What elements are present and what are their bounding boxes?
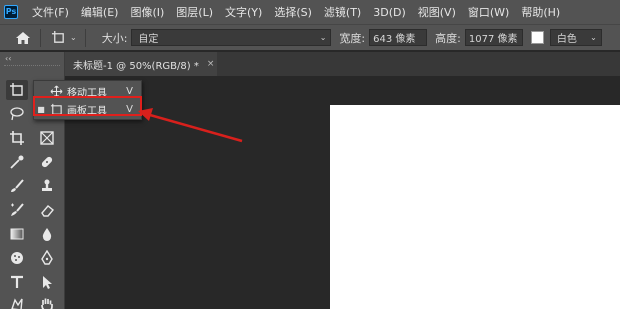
size-dropdown[interactable]: 自定 ⌄: [131, 29, 332, 46]
move-tool-shortcut: V: [126, 85, 133, 97]
blur-icon[interactable]: [36, 224, 58, 244]
chevron-down-icon: ⌄: [319, 33, 327, 42]
divider: [84, 28, 86, 47]
background-color-swatch[interactable]: [530, 31, 544, 44]
menu-type[interactable]: 文字(Y): [219, 4, 268, 20]
width-field[interactable]: 643 像素: [369, 29, 428, 46]
menu-image[interactable]: 图像(I): [124, 4, 170, 20]
history-brush-icon[interactable]: [6, 200, 28, 220]
document-tab-bar: 未标题-1 @ 50%(RGB/8) * ×: [65, 52, 620, 76]
frame-icon[interactable]: [36, 128, 58, 148]
artboard-tool-icon[interactable]: [6, 80, 28, 100]
sponge-icon[interactable]: [6, 248, 28, 268]
size-label: 大小:: [101, 31, 128, 45]
chevron-down-icon: ⌄: [70, 33, 77, 42]
height-field[interactable]: 1077 像素: [464, 29, 523, 46]
divider: [40, 28, 41, 47]
crop-icon[interactable]: [6, 128, 28, 148]
menu-select[interactable]: 选择(S): [268, 4, 318, 20]
pen-icon[interactable]: [36, 248, 58, 268]
menu-view[interactable]: 视图(V): [412, 4, 462, 20]
path-selection-icon[interactable]: [36, 272, 58, 292]
menu-window[interactable]: 窗口(W): [462, 4, 515, 20]
panel-grip[interactable]: [4, 65, 60, 67]
menu-filter[interactable]: 滤镜(T): [318, 4, 367, 20]
clone-stamp-icon[interactable]: [36, 176, 58, 196]
menu-3d[interactable]: 3D(D): [367, 6, 412, 19]
height-label: 高度:: [435, 31, 461, 45]
artboard-canvas[interactable]: [330, 105, 620, 309]
background-dropdown[interactable]: 白色 ⌄: [549, 29, 602, 46]
hand-icon[interactable]: [36, 294, 58, 309]
photoshop-window: Ps 文件(F) 编辑(E) 图像(I) 图层(L) 文字(Y) 选择(S) 滤…: [0, 0, 620, 309]
brush-icon[interactable]: [6, 176, 28, 196]
type-icon[interactable]: [6, 272, 28, 292]
home-icon[interactable]: [14, 29, 32, 47]
width-label: 宽度:: [339, 31, 366, 45]
menu-edit[interactable]: 编辑(E): [75, 4, 125, 20]
menu-help[interactable]: 帮助(H): [515, 4, 566, 20]
document-tab[interactable]: 未标题-1 @ 50%(RGB/8) * ×: [65, 52, 217, 76]
chevron-down-icon: ⌄: [590, 33, 597, 42]
menu-layer[interactable]: 图层(L): [170, 4, 219, 20]
menu-file[interactable]: 文件(F): [26, 4, 75, 20]
artboard-icon: [51, 30, 64, 43]
menu-bar: Ps 文件(F) 编辑(E) 图像(I) 图层(L) 文字(Y) 选择(S) 滤…: [0, 0, 620, 24]
healing-brush-icon[interactable]: [36, 152, 58, 172]
lasso-icon[interactable]: [6, 104, 28, 124]
ps-logo: Ps: [4, 5, 18, 19]
eraser-icon[interactable]: [36, 200, 58, 220]
collapse-panel-icon[interactable]: ‹‹: [5, 54, 11, 63]
close-icon[interactable]: ×: [207, 59, 215, 69]
gradient-icon[interactable]: [6, 224, 28, 244]
highlight-box: [33, 96, 142, 116]
size-value: 自定: [138, 34, 159, 45]
tool-preset-picker[interactable]: ⌄: [51, 30, 77, 45]
eyedropper-icon[interactable]: [6, 152, 28, 172]
options-bar: ⌄ 大小: 自定 ⌄ 宽度: 643 像素 高度: 1077 像素 白色 ⌄: [0, 24, 620, 50]
custom-shape-icon[interactable]: [6, 294, 28, 309]
document-tab-title: 未标题-1 @ 50%(RGB/8) *: [73, 60, 199, 72]
background-value: 白色: [556, 34, 577, 45]
